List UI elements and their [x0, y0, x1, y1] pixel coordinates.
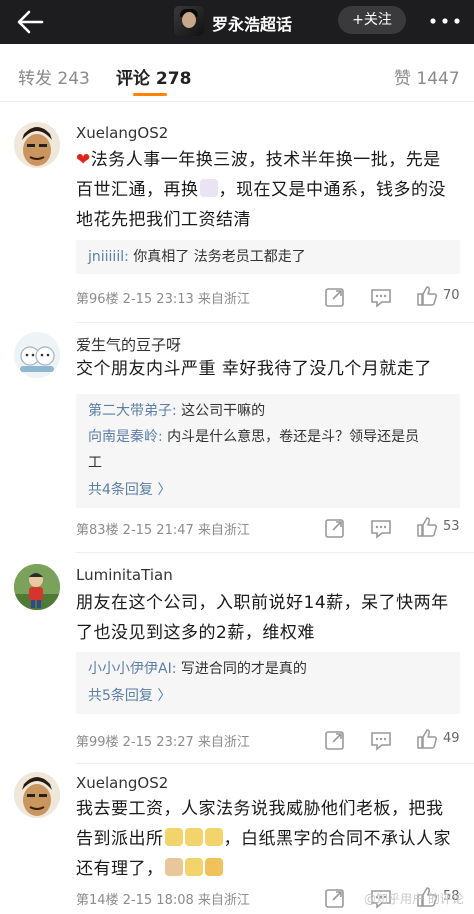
repost-icon[interactable]	[324, 887, 346, 909]
reply-box[interactable]: 小小小伊伊AI: 写进合同的才是真的 共5条回复 〉	[76, 652, 460, 714]
divider	[76, 322, 474, 323]
user-avatar[interactable]	[14, 772, 60, 818]
comment-meta: 第99楼 2-15 23:27 来自浙江	[76, 735, 250, 750]
like-count: 70	[443, 288, 460, 303]
repost-icon[interactable]	[324, 286, 346, 308]
topic-avatar[interactable]	[174, 6, 204, 36]
like-icon[interactable]	[416, 728, 438, 750]
reply-box[interactable]: jniiiiil: 你真相了 法务老员工都走了	[76, 240, 460, 274]
tab-comments[interactable]: 评论 278	[116, 64, 191, 89]
user-avatar[interactable]	[14, 564, 60, 610]
like-icon[interactable]	[416, 285, 438, 307]
repost-icon[interactable]	[324, 517, 346, 539]
divider	[76, 552, 474, 553]
divider	[76, 763, 474, 764]
reply-item: 小小小伊伊AI: 写进合同的才是真的	[88, 661, 307, 677]
comment-username[interactable]: LuminitaTian	[76, 566, 173, 584]
comment-text: 我去要工资，人家法务说我威胁他们老板，把我 告到派出所 ，白纸黑字的合同不承认人家…	[76, 799, 451, 879]
comment-text: 朋友在这个公司，入职前说好14薪，呆了快两年 了也没见到这多的2薪，维权难	[76, 593, 449, 643]
like-count: 53	[443, 519, 460, 534]
reply-item-continued: 工	[88, 455, 102, 471]
reply-item: 向南是秦岭: 内斗是什么意思，卷还是斗？领导还是员	[88, 429, 420, 445]
doge-emoji-icon	[164, 828, 183, 846]
comment-icon[interactable]	[370, 517, 392, 539]
comment-meta: 第83楼 2-15 21:47 来自浙江	[76, 523, 250, 538]
comment-icon[interactable]	[370, 286, 392, 308]
active-tab-indicator	[133, 93, 167, 96]
repost-icon[interactable]	[324, 729, 346, 751]
user-avatar[interactable]	[14, 122, 60, 168]
follow-button[interactable]: +关注	[338, 6, 406, 34]
comment-meta: 第96楼 2-15 23:13 来自浙江	[76, 292, 250, 307]
tab-likes[interactable]: 赞 1447	[394, 64, 460, 89]
comment-username[interactable]: XuelangOS2	[76, 124, 168, 142]
reply-item: jniiiiil: 你真相了 法务老员工都走了	[88, 249, 306, 265]
doge-emoji-icon	[204, 828, 223, 846]
top-bar: 罗永浩超话 +关注	[0, 0, 474, 44]
more-replies-link[interactable]: 共4条回复 〉	[88, 476, 448, 504]
doge-emoji-icon	[204, 858, 223, 876]
reply-item: 第二大带弟子: 这公司干嘛的	[88, 403, 266, 419]
like-icon[interactable]	[416, 516, 438, 538]
comment-icon[interactable]	[370, 729, 392, 751]
topic-title[interactable]: 罗永浩超话	[212, 11, 292, 35]
cow-emoji-icon	[164, 858, 183, 876]
tab-reposts[interactable]: 转发 243	[18, 64, 90, 89]
comment-meta: 第14楼 2-15 18:08 来自浙江	[76, 893, 250, 908]
more-replies-link[interactable]: 共5条回复 〉	[88, 682, 448, 710]
doge-emoji-icon	[184, 828, 203, 846]
comment-username[interactable]: 爱生气的豆子呀	[76, 334, 181, 355]
comment-text: 交个朋友内斗严重 幸好我待了没几个月就走了	[76, 359, 432, 379]
watermark: @知乎用户 的评论	[364, 892, 464, 906]
user-avatar[interactable]	[14, 332, 60, 378]
tab-bar: 转发 243 评论 278 赞 1447	[0, 44, 474, 102]
comment-text: ❤法务人事一年换三波，技术半年换一批，先是 百世汇通，再换 ，现在又是中通系，钱多…	[76, 150, 446, 230]
back-arrow-icon[interactable]	[14, 7, 46, 37]
more-options-icon[interactable]	[428, 12, 462, 30]
heart-emoji-icon: ❤	[76, 150, 91, 170]
shell-emoji-icon	[199, 179, 218, 197]
comment-username[interactable]: XuelangOS2	[76, 774, 168, 792]
reply-box[interactable]: 第二大带弟子: 这公司干嘛的 向南是秦岭: 内斗是什么意思，卷还是斗？领导还是员…	[76, 394, 460, 508]
doge-emoji-icon	[184, 858, 203, 876]
like-count: 49	[443, 731, 460, 746]
